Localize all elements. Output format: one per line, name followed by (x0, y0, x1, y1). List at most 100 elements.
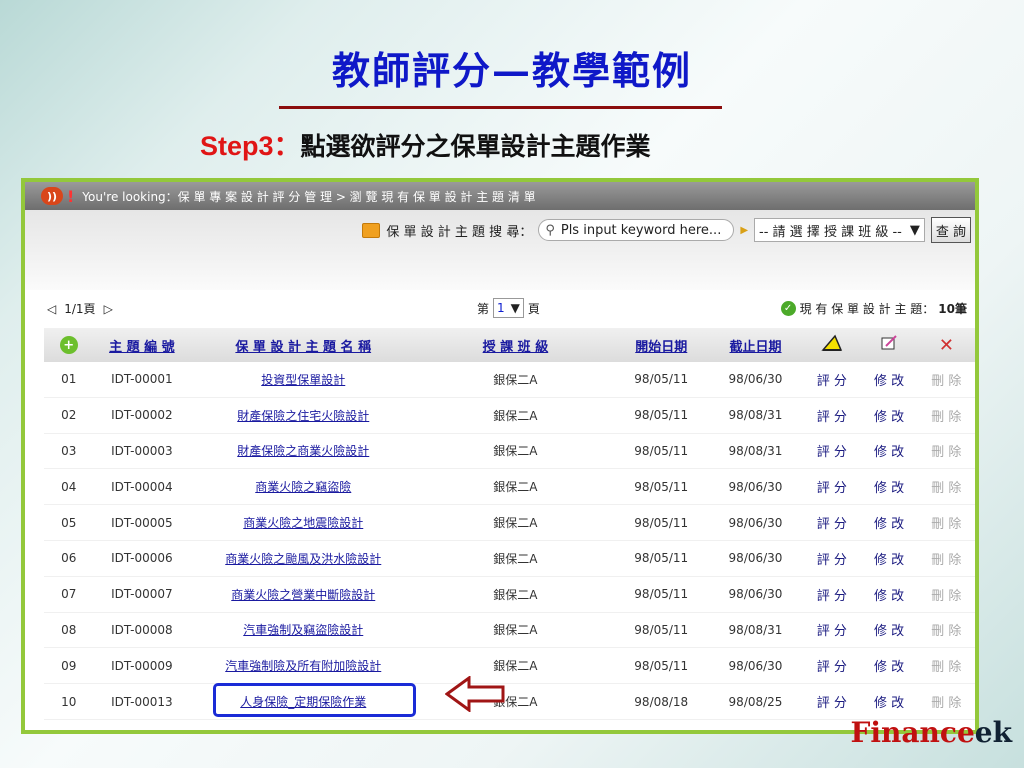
check-icon: ✓ (780, 301, 796, 316)
col-topic-name[interactable]: 保 單 設 計 主 題 名 稱 (190, 328, 417, 362)
edit-button[interactable]: 修 改 (860, 647, 918, 685)
col-start-date[interactable]: 開始日期 (614, 328, 708, 362)
grade-button[interactable]: 評 分 (803, 683, 861, 720)
grade-button[interactable]: 評 分 (803, 647, 861, 685)
brand-part-a: Finance (850, 716, 975, 749)
grade-button[interactable]: 評 分 (803, 433, 861, 470)
delete-button[interactable]: 刪 除 (917, 612, 975, 649)
pager: ◁ 1/1頁 ▷ 第 1 ▼ 頁 ✓ 現 有 保 單 設 計 主 題： 10筆 (25, 290, 975, 328)
delete-button[interactable]: 刪 除 (917, 433, 975, 470)
row-topic-id: IDT-00002 (93, 397, 191, 434)
row-class: 銀保二A (416, 433, 615, 470)
edit-note-icon (881, 335, 897, 350)
row-topic-name-link[interactable]: 汽車強制險及所有附加險設計 (190, 647, 417, 685)
grade-button[interactable]: 評 分 (803, 504, 861, 541)
row-end-date: 98/06/30 (707, 504, 804, 541)
alert-icon: ! (67, 186, 75, 206)
row-topic-name-link[interactable]: 商業火險之營業中斷險設計 (190, 576, 417, 613)
grade-button[interactable]: 評 分 (803, 397, 861, 434)
row-end-date: 98/06/30 (707, 540, 804, 577)
edit-icon (860, 328, 918, 362)
delete-button[interactable]: 刪 除 (917, 504, 975, 541)
col-end-date[interactable]: 截止日期 (707, 328, 804, 362)
table-row: 02 IDT-00002 財產保險之住宅火險設計 銀保二A 98/05/11 98/08/… (44, 397, 975, 434)
row-end-date: 98/08/31 (707, 612, 804, 649)
row-topic-id: IDT-00001 (93, 362, 191, 398)
grade-button[interactable]: 評 分 (803, 468, 861, 506)
edit-button[interactable]: 修 改 (860, 504, 918, 541)
prev-page-icon[interactable]: ◁ (47, 302, 56, 316)
delete-button[interactable]: 刪 除 (917, 647, 975, 685)
row-class: 銀保二A (416, 504, 615, 541)
page-suffix: 頁 (527, 301, 540, 316)
row-start-date: 98/05/11 (614, 468, 708, 506)
row-topic-name-link[interactable]: 投資型保單設計 (190, 362, 417, 398)
row-start-date: 98/05/11 (614, 504, 708, 541)
row-topic-name-link[interactable]: 財產保險之商業火險設計 (190, 433, 417, 470)
row-class: 銀保二A (416, 362, 615, 398)
row-class: 銀保二A (416, 468, 615, 506)
query-button[interactable]: 查 詢 (930, 217, 971, 243)
brand-part-b: ek (974, 716, 1012, 749)
row-class: 銀保二A (416, 397, 615, 434)
slide-title: 教師評分—教學範例 (331, 48, 692, 93)
delete-button[interactable]: 刪 除 (917, 576, 975, 613)
edit-button[interactable]: 修 改 (860, 468, 918, 506)
col-class[interactable]: 授 課 班 級 (416, 328, 615, 362)
edit-button[interactable]: 修 改 (860, 683, 918, 720)
delete-button[interactable]: 刪 除 (917, 540, 975, 577)
edit-button[interactable]: 修 改 (860, 612, 918, 649)
delete-button[interactable]: 刪 除 (917, 683, 975, 720)
row-end-date: 98/06/30 (707, 362, 804, 398)
edit-button[interactable]: 修 改 (860, 540, 918, 577)
grade-button[interactable]: 評 分 (803, 540, 861, 577)
rss-icon: )) (41, 187, 63, 205)
folder-icon (362, 222, 381, 238)
page-select[interactable]: 1 ▼ (493, 298, 524, 318)
grade-button[interactable]: 評 分 (803, 612, 861, 649)
row-topic-name-link[interactable]: 汽車強制及竊盜險設計 (190, 612, 417, 649)
edit-button[interactable]: 修 改 (860, 576, 918, 613)
row-start-date: 98/08/18 (614, 683, 708, 720)
class-select[interactable]: -- 請 選 擇 授 課 班 級 -- ▼ (754, 218, 925, 242)
row-highlight-box (213, 683, 416, 717)
edit-button[interactable]: 修 改 (860, 397, 918, 434)
row-topic-id: IDT-00009 (93, 647, 191, 685)
delete-button[interactable]: 刪 除 (917, 362, 975, 398)
next-page-icon[interactable]: ▷ (104, 302, 113, 316)
edit-button[interactable]: 修 改 (860, 433, 918, 470)
row-end-date: 98/06/30 (707, 468, 804, 506)
delete-x-icon: ✕ (938, 334, 954, 356)
row-topic-name-link[interactable]: 商業火險之竊盜險 (190, 468, 417, 506)
col-topic-id[interactable]: 主 題 編 號 (93, 328, 191, 362)
row-topic-id: IDT-00013 (93, 683, 191, 720)
row-end-date: 98/06/30 (707, 576, 804, 613)
row-start-date: 98/05/11 (614, 576, 708, 613)
table-row: 08 IDT-00008 汽車強制及竊盜險設計 銀保二A 98/05/11 98/08/3… (44, 612, 975, 649)
table-row: 10 IDT-00013 人身保險_定期保險作業 銀保二A 98/08/18 98/08/… (44, 683, 975, 720)
brand-logo: Financeek (851, 716, 1012, 749)
triangle-right-icon: ▶ (740, 224, 749, 236)
edit-button[interactable]: 修 改 (860, 362, 918, 398)
delete-button[interactable]: 刪 除 (917, 468, 975, 506)
row-topic-name-link[interactable]: 財產保險之住宅火險設計 (190, 397, 417, 434)
grade-button[interactable]: 評 分 (803, 576, 861, 613)
add-topic-icon[interactable]: + (59, 336, 78, 354)
delete-button[interactable]: 刪 除 (917, 397, 975, 434)
grade-pencil-icon (821, 334, 842, 351)
row-topic-name-link[interactable]: 商業火險之地震險設計 (190, 504, 417, 541)
grade-button[interactable]: 評 分 (803, 362, 861, 398)
breadcrumb-bar: )) ! You're looking： 保 單 專 案 設 計 評 分 管 理… (25, 182, 975, 210)
title-divider (279, 106, 722, 109)
row-class: 銀保二A (416, 576, 615, 613)
pointer-arrow-icon (445, 676, 505, 712)
row-no: 05 (44, 504, 94, 541)
row-start-date: 98/05/11 (614, 397, 708, 434)
row-end-date: 98/08/25 (707, 683, 804, 720)
table-row: 06 IDT-00006 商業火險之颱風及洪水險設計 銀保二A 98/05/11 98/0… (44, 540, 975, 577)
keyword-search-input[interactable]: ⚲ Pls input keyword here... (538, 219, 735, 241)
row-topic-name-link[interactable]: 商業火險之颱風及洪水險設計 (190, 540, 417, 577)
row-start-date: 98/05/11 (614, 540, 708, 577)
step-subtitle: Step3：點選欲評分之保單設計主題作業 (200, 124, 651, 163)
search-placeholder: Pls input keyword here... (560, 222, 722, 238)
